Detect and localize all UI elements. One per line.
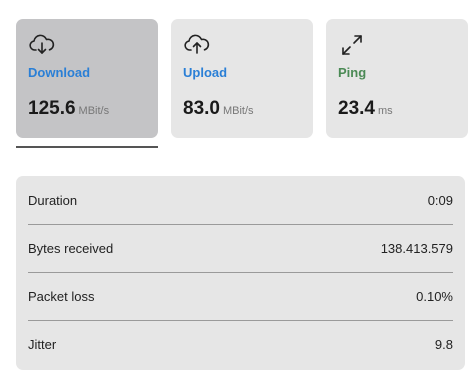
duration-value: 0:09 (427, 192, 453, 208)
ping-value: 23.4 (338, 98, 375, 119)
upload-label: Upload (183, 65, 228, 80)
stats-panel: Duration 0:09 Bytes received 138.413.579… (16, 176, 465, 370)
stats-row-packet-loss: Packet loss 0.10% (28, 272, 453, 320)
download-card[interactable]: Download 125.6 MBit/s (16, 19, 158, 138)
speedtest-results: Download 125.6MBit/s Upload 83.0MBit/s (0, 0, 472, 379)
packet-loss-value: 0.10% (416, 289, 453, 304)
expand-arrows-icon (342, 35, 362, 55)
packet-loss-label: Packet loss (28, 289, 95, 304)
cloud-download-icon (29, 34, 55, 54)
jitter-value: 9.8 (434, 337, 453, 352)
bytes-received-label: Bytes received (28, 241, 114, 256)
stats-row-bytes-received: Bytes received 138.413.579 (28, 224, 453, 272)
ping-card[interactable]: Ping 23.4 ms (326, 19, 468, 138)
ping-metric: 23.4 ms (338, 98, 393, 120)
download-label: Download (28, 65, 91, 80)
upload-unit: MBit/s (222, 105, 254, 117)
download-metric: 125.6 MBit/s (28, 98, 109, 120)
ping-unit: ms (377, 105, 393, 117)
stats-row-jitter: Jitter 9.8 (28, 320, 453, 368)
upload-metric: 83.0 MBit/s (183, 98, 254, 120)
download-unit: MBit/s (78, 105, 110, 117)
upload-value: 83.0 (183, 98, 220, 119)
metric-cards: Download 125.6MBit/s Upload 83.0MBit/s (16, 19, 468, 138)
ping-label: Ping (338, 65, 367, 80)
cloud-upload-icon (184, 34, 210, 54)
bytes-received-value: 138.413.579 (380, 241, 453, 256)
active-card-indicator (16, 146, 158, 148)
upload-card[interactable]: Upload 83.0 MBit/s (171, 19, 313, 138)
jitter-label: Jitter (28, 337, 57, 352)
stats-row-duration: Duration 0:09 (28, 176, 453, 224)
duration-label: Duration (28, 192, 78, 208)
download-value: 125.6 (28, 98, 76, 119)
